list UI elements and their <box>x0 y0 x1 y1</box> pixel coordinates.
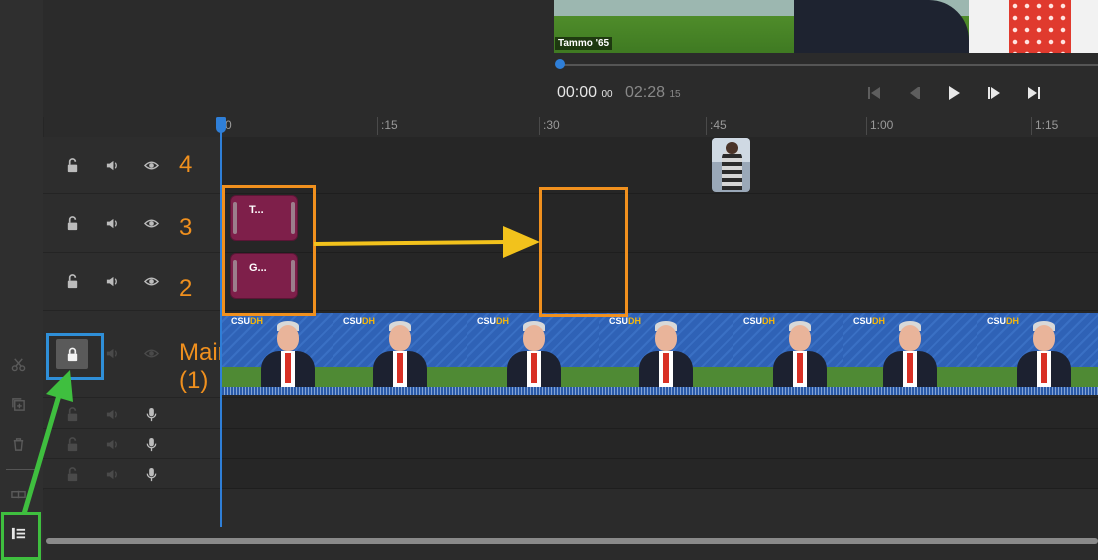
skip-end-icon[interactable] <box>1024 84 1044 102</box>
step-forward-icon[interactable] <box>984 84 1004 102</box>
split-icon[interactable] <box>10 486 26 502</box>
playhead[interactable] <box>220 117 222 527</box>
unlock-icon[interactable] <box>64 406 80 422</box>
track-row-4[interactable] <box>221 137 1098 194</box>
unlock-icon[interactable] <box>64 157 80 173</box>
audio-header-3 <box>43 459 220 489</box>
eye-icon[interactable] <box>143 215 159 231</box>
annotation-box-toggle <box>1 512 41 560</box>
total-time: 02:28 15 <box>625 84 681 101</box>
unlock-icon[interactable] <box>64 273 80 289</box>
annotation-box-lock <box>46 333 104 380</box>
ruler-tick: :15 <box>377 117 398 135</box>
scrub-bar[interactable] <box>560 64 1098 66</box>
scissors-icon[interactable] <box>10 356 26 372</box>
speaker-icon[interactable] <box>104 436 120 452</box>
duplicate-icon[interactable] <box>10 396 26 412</box>
track-header-4: 4 <box>43 137 220 194</box>
track-header-2: 2 <box>43 253 220 311</box>
horizontal-scrollbar[interactable] <box>46 538 1098 544</box>
skip-start-icon[interactable] <box>864 84 884 102</box>
video-preview <box>554 0 1098 53</box>
scrub-handle[interactable] <box>555 59 565 69</box>
ruler-tick: 1:15 <box>1031 117 1058 135</box>
audio-waveform <box>221 387 1098 395</box>
ruler-tick: 1:00 <box>866 117 893 135</box>
track-label: 3 <box>179 214 193 241</box>
microphone-icon[interactable] <box>143 406 159 422</box>
trash-icon[interactable] <box>10 436 26 452</box>
annotation-box-target <box>539 187 628 317</box>
eye-icon[interactable] <box>143 273 159 289</box>
eye-icon[interactable] <box>143 345 159 361</box>
speaker-icon[interactable] <box>104 215 120 231</box>
playhead-handle[interactable] <box>216 117 226 133</box>
main-video-clip[interactable]: CSUDH CSUDH CSUDH CSUDH CSUDH CSUDH CSUD… <box>221 313 1098 395</box>
audio-row-2[interactable] <box>221 429 1098 459</box>
eye-icon[interactable] <box>143 157 159 173</box>
timeline-footer <box>43 490 1098 560</box>
annotation-box-source <box>222 185 316 316</box>
track-header-3: 3 <box>43 194 220 253</box>
audio-row-1[interactable] <box>221 398 1098 429</box>
play-icon[interactable] <box>944 84 964 102</box>
step-back-icon[interactable] <box>904 84 924 102</box>
track-row-3[interactable] <box>221 194 1098 253</box>
unlock-icon[interactable] <box>64 466 80 482</box>
audio-row-3[interactable] <box>221 459 1098 489</box>
ruler-tick: :30 <box>539 117 560 135</box>
toolbar-divider <box>6 469 36 470</box>
microphone-icon[interactable] <box>143 466 159 482</box>
track-row-2[interactable] <box>221 253 1098 311</box>
audio-header-1 <box>43 398 220 429</box>
unlock-icon[interactable] <box>64 436 80 452</box>
audio-header-2 <box>43 429 220 459</box>
speaker-icon[interactable] <box>104 406 120 422</box>
track-label: 2 <box>179 275 193 302</box>
lower-third-caption: Tammo '65 <box>555 37 613 50</box>
microphone-icon[interactable] <box>143 436 159 452</box>
track-label: 4 <box>179 151 193 178</box>
unlock-icon[interactable] <box>64 215 80 231</box>
image-clip[interactable] <box>712 138 750 192</box>
current-time: 00:00 00 <box>557 84 613 101</box>
speaker-icon[interactable] <box>104 466 120 482</box>
speaker-icon[interactable] <box>104 273 120 289</box>
left-toolbar <box>0 0 44 560</box>
timeline-ruler[interactable]: 0 :15 :30 :45 1:00 1:15 <box>221 117 1098 137</box>
speaker-icon[interactable] <box>104 157 120 173</box>
speaker-icon[interactable] <box>104 345 120 361</box>
ruler-tick: :45 <box>706 117 727 135</box>
